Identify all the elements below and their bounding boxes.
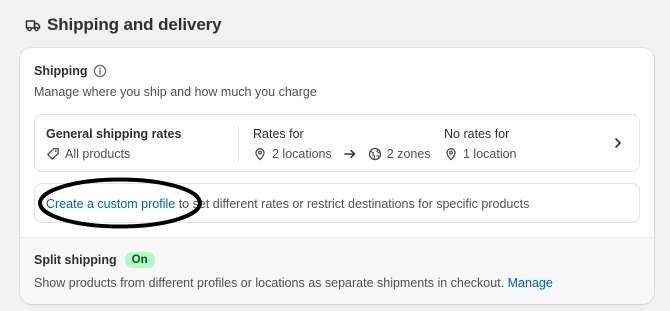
split-shipping-section: Split shipping On Show products from dif… (20, 237, 654, 304)
info-icon[interactable] (93, 64, 107, 78)
shipping-title: Shipping (34, 64, 88, 78)
manage-link[interactable]: Manage (508, 276, 553, 290)
location-pin-icon (446, 148, 456, 161)
tag-icon (47, 148, 59, 160)
page-header: Shipping and delivery (25, 14, 222, 36)
products-meta: All products (46, 147, 181, 161)
general-rates-column: General shipping rates All products (46, 127, 181, 161)
no-rates-meta: 1 location (444, 147, 517, 161)
create-custom-profile-link[interactable]: Create a custom profile (46, 197, 175, 211)
location-text: 1 location (463, 147, 517, 161)
page-title: Shipping and delivery (47, 15, 222, 34)
shipping-title-row: Shipping (34, 64, 107, 78)
no-rates-for-label: No rates for (444, 127, 510, 141)
general-shipping-rates-row[interactable]: General shipping rates All products Rate… (34, 114, 640, 172)
rates-for-label: Rates for (253, 127, 304, 141)
rates-for-column: Rates for 2 locations 2 zones (253, 127, 431, 161)
no-rates-for-column: No rates for 1 location (444, 127, 517, 161)
shipping-card: Shipping Manage where you ship and how m… (20, 48, 654, 304)
custom-profile-text: Create a custom profile to set different… (46, 197, 529, 211)
status-badge: On (124, 252, 155, 268)
custom-profile-description: to set different rates or restrict desti… (175, 197, 530, 211)
products-text: All products (65, 147, 131, 161)
general-rates-label: General shipping rates (46, 127, 182, 141)
arrow-right-icon (344, 149, 356, 159)
rates-for-meta: 2 locations 2 zones (253, 147, 431, 161)
split-shipping-title-row: Split shipping On (34, 252, 155, 268)
shipping-description: Manage where you ship and how much you c… (34, 85, 317, 99)
chevron-right-icon[interactable] (611, 136, 625, 150)
zones-text: 2 zones (386, 147, 431, 161)
split-shipping-title: Split shipping (34, 253, 117, 267)
custom-profile-box: Create a custom profile to set different… (34, 183, 640, 223)
split-shipping-description: Show products from different profiles or… (34, 276, 553, 290)
globe-icon (368, 147, 381, 161)
locations-text: 2 locations (272, 147, 332, 161)
location-pin-icon (255, 148, 265, 161)
vertical-divider (238, 125, 239, 163)
split-shipping-text: Show products from different profiles or… (34, 276, 505, 290)
truck-icon (25, 20, 41, 32)
